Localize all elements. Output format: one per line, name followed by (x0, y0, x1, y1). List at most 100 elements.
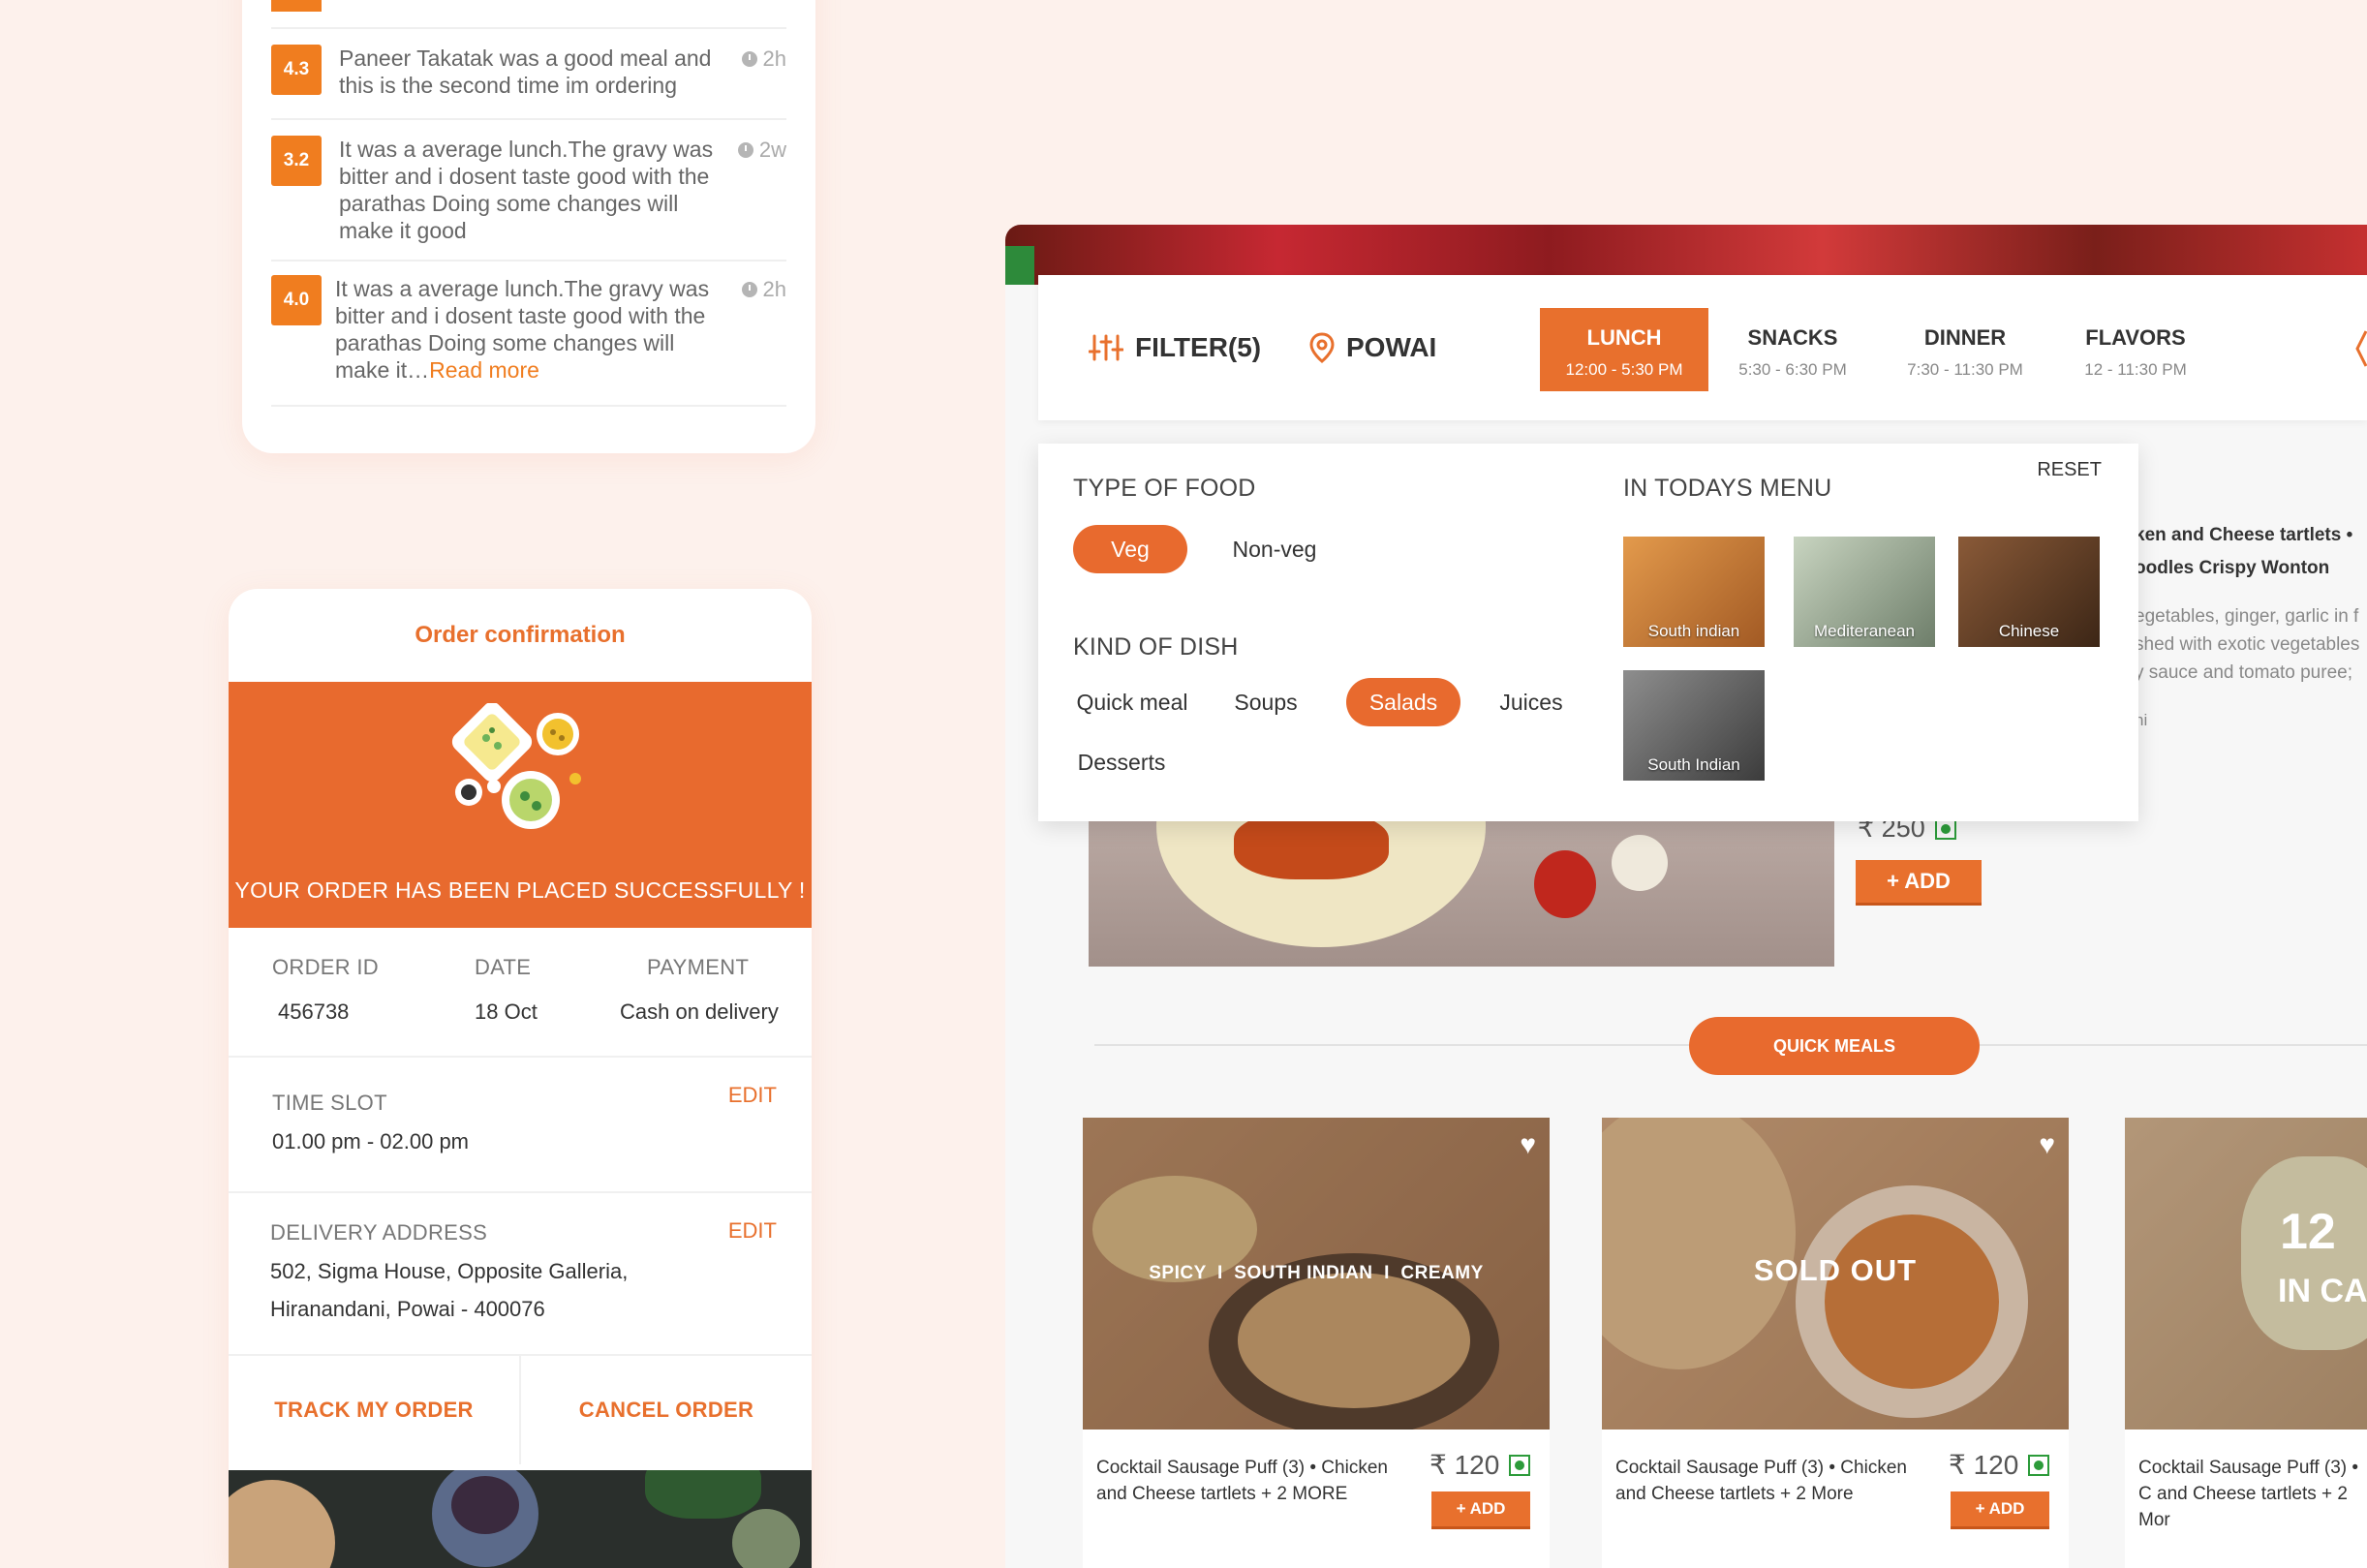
tab-time: 12:00 - 5:30 PM (1565, 360, 1683, 379)
review-time-value: 2h (762, 277, 786, 301)
featured-food-photo (1089, 821, 1834, 967)
cuisine-chinese[interactable]: Chinese (1958, 537, 2100, 647)
leaves-shape (645, 1470, 761, 1519)
chip-veg[interactable]: Veg (1073, 525, 1187, 573)
todays-menu-heading: IN TODAYS MENU (1623, 475, 1832, 502)
promo-number: 12 (2280, 1204, 2336, 1260)
meal-card[interactable]: SOLD OUT ♥ Cocktail Sausage Puff (3) • C… (1602, 1118, 2069, 1568)
order-id-value: 456738 (278, 999, 350, 1024)
delivery-address-label: DELIVERY ADDRESS (270, 1220, 488, 1245)
review-text: It was a average lunch.The gravy was bit… (339, 137, 714, 243)
filter-panel: TYPE OF FOOD Veg Non-veg KIND OF DISH Qu… (1038, 444, 2138, 821)
glass-shape (732, 1509, 800, 1568)
chip-non-veg[interactable]: Non-veg (1216, 525, 1333, 573)
divider (271, 27, 786, 29)
order-confirmation-card: Order confirmation YOUR ORDER HAS BEEN P… (229, 589, 812, 1568)
review-time: 2h (741, 277, 786, 302)
meal-name: Cocktail Sausage Puff (3) • Chicken and … (1615, 1458, 1907, 1504)
rating-badge: 4.3 (271, 45, 322, 95)
dip-shape (1612, 835, 1668, 891)
rating-badge: 3.2 (271, 136, 322, 186)
chevron-left-icon[interactable] (2355, 329, 2367, 368)
cuisine-label: South indian (1647, 622, 1740, 640)
payment-label: PAYMENT (647, 955, 750, 979)
featured-item-desc: egetables, ginger, garlic in f (2135, 606, 2359, 627)
order-success-banner: YOUR ORDER HAS BEEN PLACED SUCCESSFULLY … (229, 682, 812, 928)
featured-item-line: oodles Crispy Wonton (2135, 558, 2330, 578)
chip-salads[interactable]: Salads (1346, 678, 1460, 726)
time-slot-value: 01.00 pm - 02.00 pm (272, 1129, 470, 1153)
filter-label: FILTER(5) (1135, 332, 1262, 362)
order-id-label: ORDER ID (272, 955, 379, 979)
date-label: DATE (475, 955, 532, 979)
address-line: Hiranandani, Powai - 400076 (270, 1297, 545, 1321)
meal-card[interactable]: SPICY I SOUTH INDIAN I CREAMY ♥ Cocktail… (1083, 1118, 1550, 1568)
meal-photo: 12 IN CA (2125, 1118, 2367, 1430)
heart-icon[interactable]: ♥ (2039, 1129, 2055, 1160)
date-value: 18 Oct (475, 999, 538, 1024)
chip-quick-meal[interactable]: Quick meal (1069, 678, 1195, 726)
address-line: 502, Sigma House, Opposite Galleria, (270, 1259, 629, 1283)
filter-button[interactable]: FILTER(5) (1089, 275, 1261, 420)
meal-photo: SPICY I SOUTH INDIAN I CREAMY ♥ (1083, 1118, 1550, 1430)
tab-label: SNACKS (1747, 325, 1838, 350)
chip-soups[interactable]: Soups (1222, 678, 1309, 726)
tab-label: DINNER (1923, 325, 2007, 350)
cuisine-mediteranean[interactable]: Mediteranean (1794, 537, 1935, 647)
featured-add-button[interactable]: + ADD (1856, 860, 1982, 903)
tab-time: 12 - 11:30 PM (2084, 360, 2187, 379)
meal-tags: SPICY I SOUTH INDIAN I CREAMY (1149, 1263, 1484, 1283)
featured-item-desc: y sauce and tomato puree; (2135, 662, 2352, 683)
tab-flavors[interactable]: FLAVORS 12 - 11:30 PM (2051, 308, 2220, 391)
clock-icon (741, 282, 757, 297)
review-item: 4.3 Paneer Takatak was a good meal and t… (271, 31, 786, 120)
featured-item-line: ken and Cheese tartlets • (2135, 525, 2353, 545)
track-order-button[interactable]: TRACK MY ORDER (229, 1356, 519, 1464)
tab-label: LUNCH (1586, 325, 1662, 350)
rating-badge-partial (271, 0, 322, 12)
tab-lunch[interactable]: LUNCH 12:00 - 5:30 PM (1540, 308, 1708, 391)
filter-icon (1089, 334, 1123, 361)
food-illustration-icon (451, 703, 581, 829)
promo-text: IN CA (2278, 1273, 2367, 1309)
price-value: ₹ 120 (1949, 1450, 2019, 1480)
tab-snacks[interactable]: SNACKS 5:30 - 6:30 PM (1708, 308, 1877, 391)
cancel-order-button[interactable]: CANCEL ORDER (521, 1356, 812, 1464)
meal-price: ₹ 120 (1949, 1449, 2050, 1481)
veg-icon (2028, 1454, 2050, 1476)
edit-time-slot-button[interactable]: EDIT (728, 1083, 777, 1108)
review-text: Paneer Takatak was a good meal and this … (339, 46, 712, 98)
clock-icon (737, 142, 753, 158)
chip-desserts[interactable]: Desserts (1071, 738, 1172, 786)
cuisine-south-indian[interactable]: South indian (1623, 537, 1765, 647)
payment-value: Cash on delivery (620, 999, 779, 1024)
review-time-value: 2w (758, 138, 786, 162)
sold-out-label: SOLD OUT (1753, 1253, 1918, 1287)
food-shape (1234, 821, 1389, 879)
location-selector[interactable]: POWAI (1309, 275, 1436, 420)
add-to-cart-button[interactable]: + ADD (1431, 1491, 1530, 1526)
meal-photo: SOLD OUT ♥ (1602, 1118, 2069, 1430)
chip-juices[interactable]: Juices (1488, 678, 1575, 726)
kind-of-dish-heading: KIND OF DISH (1073, 633, 1239, 661)
meal-name: Cocktail Sausage Puff (3) • C and Cheese… (2138, 1458, 2359, 1530)
edit-address-button[interactable]: EDIT (728, 1218, 777, 1244)
meal-card[interactable]: 12 IN CA Cocktail Sausage Puff (3) • C a… (2125, 1118, 2367, 1568)
reset-button[interactable]: RESET (2037, 459, 2102, 481)
meal-name: Cocktail Sausage Puff (3) • Chicken and … (1096, 1458, 1388, 1504)
review-time: 2h (741, 46, 786, 72)
divider (229, 1056, 812, 1058)
page-title: Order confirmation (415, 622, 626, 648)
add-to-cart-button[interactable]: + ADD (1951, 1491, 2049, 1526)
price-value: ₹ 120 (1429, 1450, 1500, 1480)
tab-time: 7:30 - 11:30 PM (1907, 360, 2023, 379)
heart-icon[interactable]: ♥ (1520, 1129, 1536, 1160)
review-time-value: 2h (762, 46, 786, 71)
tab-dinner[interactable]: DINNER 7:30 - 11:30 PM (1881, 308, 2049, 391)
read-more-link[interactable]: Read more (429, 357, 539, 383)
veg-icon (1509, 1454, 1531, 1476)
featured-item-desc: shed with exotic vegetables (2135, 634, 2360, 655)
cuisine-south-indian[interactable]: South Indian (1623, 670, 1765, 781)
sauce-shape (1534, 850, 1596, 918)
time-slot-label: TIME SLOT (272, 1091, 387, 1115)
